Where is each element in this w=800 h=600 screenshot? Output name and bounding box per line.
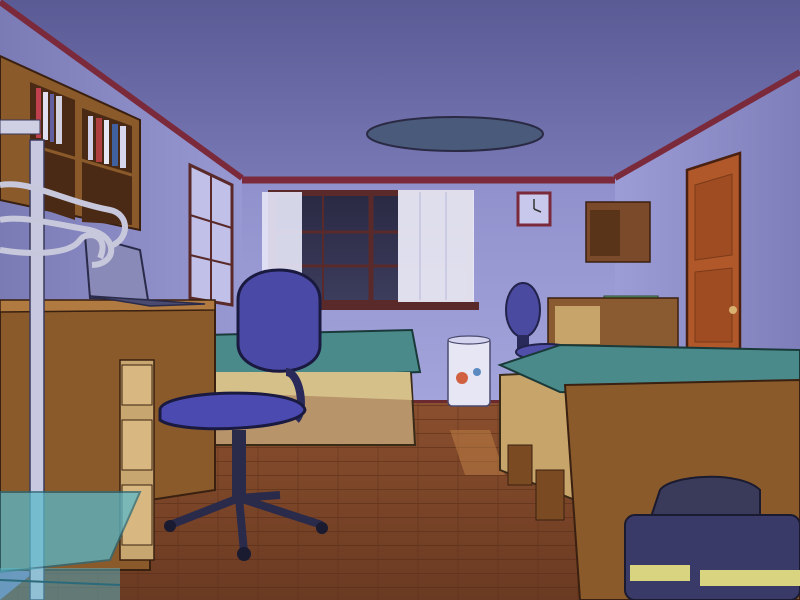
door[interactable] bbox=[685, 151, 742, 357]
far-desk bbox=[547, 297, 679, 349]
drawer-2[interactable] bbox=[121, 419, 153, 471]
curtain-right bbox=[398, 190, 474, 302]
wall-clock bbox=[516, 191, 552, 227]
ceiling-light bbox=[366, 116, 544, 152]
trash-bin[interactable] bbox=[447, 335, 491, 407]
bedroom-scene bbox=[0, 0, 800, 600]
door-knob[interactable] bbox=[729, 306, 737, 314]
drawer-1[interactable] bbox=[121, 364, 153, 406]
scene-canvas bbox=[0, 0, 800, 600]
side-window bbox=[188, 162, 234, 307]
